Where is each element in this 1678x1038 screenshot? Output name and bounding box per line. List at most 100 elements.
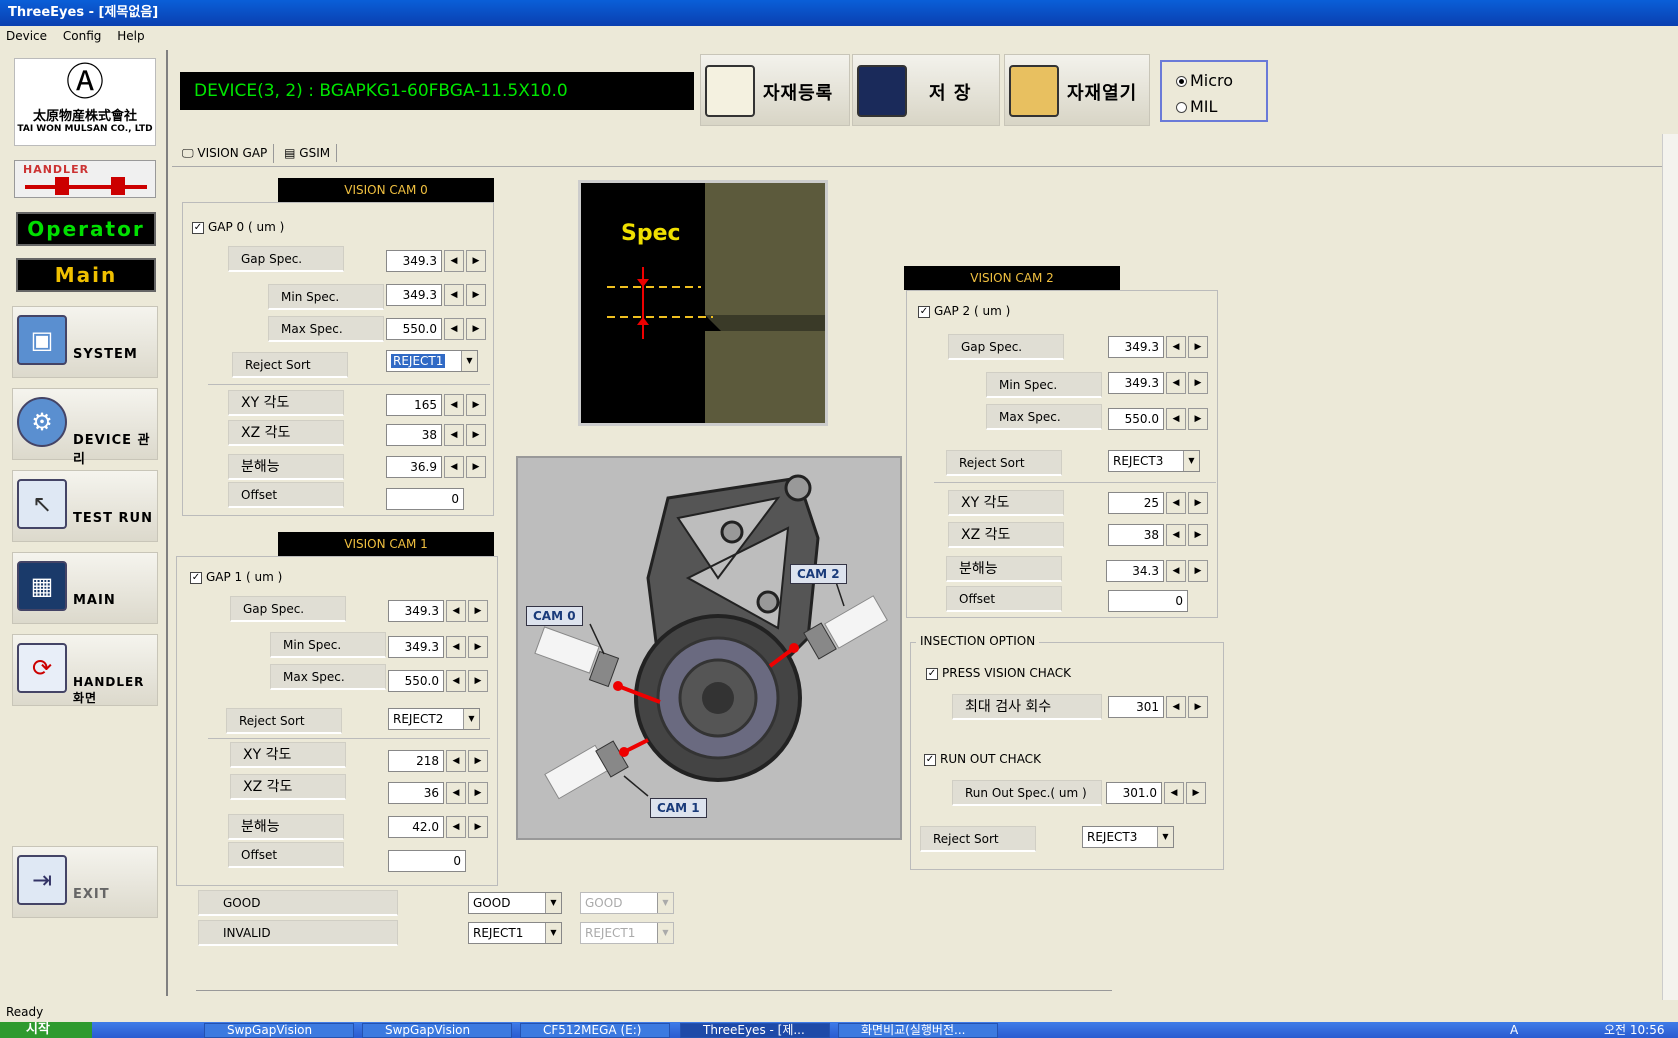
cam2-xz-inc[interactable]: ▶ — [1188, 524, 1208, 546]
invalid-select[interactable]: REJECT1 ▼ — [468, 922, 562, 944]
nav-handler-button[interactable]: ⟳ HANDLER 화면 — [12, 634, 158, 706]
cam2-xy-input[interactable]: 25 — [1108, 492, 1164, 514]
chevron-down-icon[interactable]: ▼ — [1157, 827, 1173, 847]
cam0-reject-select[interactable]: REJECT1 ▼ — [386, 350, 478, 372]
cam2-min-input[interactable]: 349.3 — [1108, 372, 1164, 394]
cam0-gap-spec-dec[interactable]: ◀ — [444, 250, 464, 272]
cam0-gap-spec-input[interactable]: 349.3 — [386, 250, 442, 272]
cam2-res-input[interactable]: 34.3 — [1106, 560, 1164, 582]
unit-mil-radio[interactable] — [1176, 102, 1187, 113]
cam2-max-input[interactable]: 550.0 — [1108, 408, 1164, 430]
nav-device-button[interactable]: ⚙ DEVICE 관리 — [12, 388, 158, 467]
max-count-dec[interactable]: ◀ — [1166, 696, 1186, 718]
runout-spec-inc[interactable]: ▶ — [1186, 782, 1206, 804]
max-count-inc[interactable]: ▶ — [1188, 696, 1208, 718]
cam2-xz-dec[interactable]: ◀ — [1166, 524, 1186, 546]
cam0-max-inc[interactable]: ▶ — [466, 318, 486, 340]
cam1-gap-spec-input[interactable]: 349.3 — [388, 600, 444, 622]
cam1-res-input[interactable]: 42.0 — [388, 816, 444, 838]
chevron-down-icon[interactable]: ▼ — [461, 351, 477, 371]
cam2-min-dec[interactable]: ◀ — [1166, 372, 1186, 394]
cam1-gap-spec-dec[interactable]: ◀ — [446, 600, 466, 622]
taskbar-item-4[interactable]: ThreeEyes - [제... — [680, 1023, 830, 1038]
cam1-gap-checkbox[interactable]: ✓ GAP 1 ( um ) — [190, 564, 390, 590]
cam1-min-dec[interactable]: ◀ — [446, 636, 466, 658]
cam1-gap-spec-inc[interactable]: ▶ — [468, 600, 488, 622]
runout-spec-input[interactable]: 301.0 — [1106, 782, 1162, 804]
cam0-offset-input[interactable]: 0 — [386, 488, 464, 510]
cam2-res-inc[interactable]: ▶ — [1188, 560, 1208, 582]
cam2-offset-input[interactable]: 0 — [1108, 590, 1188, 612]
cam0-xy-inc[interactable]: ▶ — [466, 394, 486, 416]
cam1-min-inc[interactable]: ▶ — [468, 636, 488, 658]
cam0-min-dec[interactable]: ◀ — [444, 284, 464, 306]
cam0-xz-input[interactable]: 38 — [386, 424, 442, 446]
cam1-max-input[interactable]: 550.0 — [388, 670, 444, 692]
cam2-gap-spec-dec[interactable]: ◀ — [1166, 336, 1186, 358]
cam0-xy-dec[interactable]: ◀ — [444, 394, 464, 416]
press-vision-check[interactable]: ✓ — [926, 667, 938, 680]
unit-micro-option[interactable]: Micro — [1176, 68, 1266, 94]
cam1-xy-dec[interactable]: ◀ — [446, 750, 466, 772]
ime-indicator[interactable]: A — [1510, 1022, 1518, 1038]
cam2-max-dec[interactable]: ◀ — [1166, 408, 1186, 430]
cam1-res-dec[interactable]: ◀ — [446, 816, 466, 838]
cam1-max-dec[interactable]: ◀ — [446, 670, 466, 692]
cam1-xz-input[interactable]: 36 — [388, 782, 444, 804]
cam1-max-inc[interactable]: ▶ — [468, 670, 488, 692]
chevron-down-icon[interactable]: ▼ — [1183, 451, 1199, 471]
vertical-scrollbar[interactable] — [1662, 134, 1678, 1000]
cam1-xz-dec[interactable]: ◀ — [446, 782, 466, 804]
cam0-min-input[interactable]: 349.3 — [386, 284, 442, 306]
cam0-gap-check[interactable]: ✓ — [192, 221, 204, 234]
cam0-min-inc[interactable]: ▶ — [466, 284, 486, 306]
cam0-res-dec[interactable]: ◀ — [444, 456, 464, 478]
tab-vision-gap[interactable]: 🖵 VISION GAP — [176, 144, 275, 163]
menu-device[interactable]: Device — [0, 26, 53, 46]
cam1-xz-inc[interactable]: ▶ — [468, 782, 488, 804]
menu-config[interactable]: Config — [57, 26, 108, 46]
cam2-reject-select[interactable]: REJECT3 ▼ — [1108, 450, 1200, 472]
press-vision-checkbox[interactable]: ✓ PRESS VISION CHACK — [926, 660, 1126, 686]
chevron-down-icon[interactable]: ▼ — [545, 923, 561, 943]
cam1-min-input[interactable]: 349.3 — [388, 636, 444, 658]
taskbar-item-2[interactable]: SwpGapVision — [362, 1023, 512, 1038]
chevron-down-icon[interactable]: ▼ — [463, 709, 479, 729]
cam0-res-inc[interactable]: ▶ — [466, 456, 486, 478]
runout-check[interactable]: ✓ — [924, 753, 936, 766]
cam2-xz-input[interactable]: 38 — [1108, 524, 1164, 546]
menu-help[interactable]: Help — [111, 26, 150, 46]
cam1-reject-select[interactable]: REJECT2 ▼ — [388, 708, 480, 730]
cam2-res-dec[interactable]: ◀ — [1166, 560, 1186, 582]
good-select[interactable]: GOOD ▼ — [468, 892, 562, 914]
tab-gsim[interactable]: ▤ GSIM — [278, 144, 338, 162]
cam0-xz-dec[interactable]: ◀ — [444, 424, 464, 446]
cam2-min-inc[interactable]: ▶ — [1188, 372, 1208, 394]
taskbar-item-5[interactable]: 화면비교(실행버전... — [838, 1023, 998, 1038]
chevron-down-icon[interactable]: ▼ — [545, 893, 561, 913]
runout-spec-dec[interactable]: ◀ — [1164, 782, 1184, 804]
cam0-res-input[interactable]: 36.9 — [386, 456, 442, 478]
open-button[interactable]: 자재열기 — [1004, 54, 1150, 126]
cam0-xy-input[interactable]: 165 — [386, 394, 442, 416]
unit-micro-radio[interactable] — [1176, 76, 1187, 87]
cam2-gap-spec-inc[interactable]: ▶ — [1188, 336, 1208, 358]
max-count-input[interactable]: 301 — [1108, 696, 1164, 718]
cam2-gap-check[interactable]: ✓ — [918, 305, 930, 318]
cam0-xz-inc[interactable]: ▶ — [466, 424, 486, 446]
cam2-max-inc[interactable]: ▶ — [1188, 408, 1208, 430]
nav-test-run-button[interactable]: ↖ TEST RUN — [12, 470, 158, 542]
cam0-max-input[interactable]: 550.0 — [386, 318, 442, 340]
cam2-xy-inc[interactable]: ▶ — [1188, 492, 1208, 514]
exit-button[interactable]: ⇥ EXIT — [12, 846, 158, 918]
cam1-xy-inc[interactable]: ▶ — [468, 750, 488, 772]
register-button[interactable]: 자재등록 — [700, 54, 850, 126]
nav-system-button[interactable]: ▣ SYSTEM — [12, 306, 158, 378]
save-button[interactable]: 저 장 — [852, 54, 1000, 126]
runout-checkbox[interactable]: ✓ RUN OUT CHACK — [924, 746, 1124, 772]
cam0-gap-checkbox[interactable]: ✓ GAP 0 ( um ) — [192, 214, 392, 240]
taskbar-item-1[interactable]: SwpGapVision — [204, 1023, 354, 1038]
cam1-xy-input[interactable]: 218 — [388, 750, 444, 772]
cam0-max-dec[interactable]: ◀ — [444, 318, 464, 340]
cam0-gap-spec-inc[interactable]: ▶ — [466, 250, 486, 272]
